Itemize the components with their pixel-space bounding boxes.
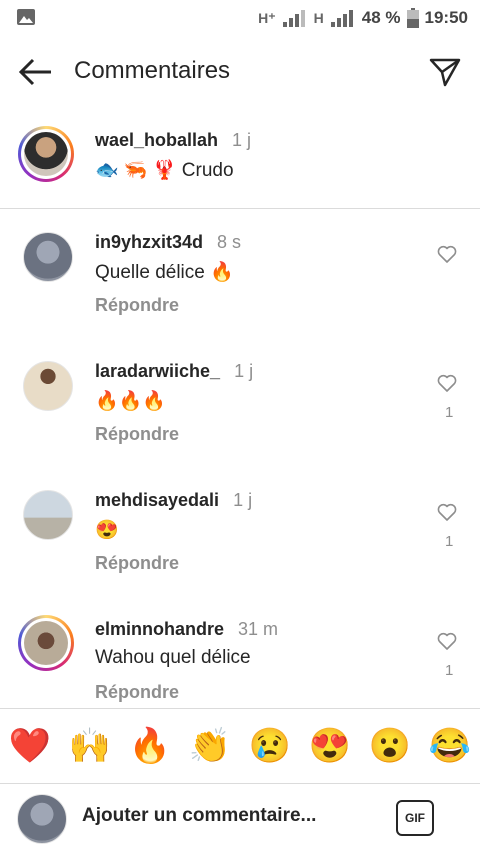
reply-button[interactable]: Répondre	[95, 553, 179, 574]
emoji-laughing[interactable]: 😂	[424, 726, 476, 766]
emoji-surprised[interactable]: 😮	[364, 726, 416, 766]
timestamp: 8 s	[217, 232, 242, 252]
header: Commentaires	[0, 45, 480, 99]
signal-icon-1	[282, 10, 305, 27]
avatar[interactable]	[18, 126, 74, 182]
avatar[interactable]	[23, 361, 73, 411]
emoji-clapping[interactable]: 👏	[184, 726, 236, 766]
page-title: Commentaires	[74, 57, 231, 84]
avatar[interactable]	[23, 232, 73, 282]
comment-item: mehdisayedali 1 j 😍 Répondre 1	[0, 480, 480, 608]
battery-percent: 48 %	[361, 8, 401, 27]
avatar[interactable]	[23, 490, 73, 540]
comment-header: elminnohandre 31 m	[95, 619, 278, 640]
username[interactable]: in9yhzxit34d	[95, 232, 203, 252]
username[interactable]: mehdisayedali	[95, 490, 219, 510]
post-caption: wael_hoballah 1 j 🐟 🦐 🦞 Crudo	[0, 122, 480, 208]
timestamp: 1 j	[233, 490, 253, 510]
emoji-heart-eyes[interactable]: 😍	[304, 726, 356, 766]
signal-icon-2	[330, 10, 353, 27]
gif-button[interactable]: GIF	[396, 800, 434, 836]
username[interactable]: wael_hoballah	[95, 130, 218, 150]
comment-item: laradarwiiche_ 1 j 🔥🔥🔥 Répondre 1	[0, 351, 480, 479]
reply-button[interactable]: Répondre	[95, 682, 179, 703]
emoji-raising-hands[interactable]: 🙌	[64, 726, 116, 766]
battery-icon	[406, 8, 419, 28]
heart-icon[interactable]	[437, 374, 457, 392]
comment-item: in9yhzxit34d 8 s Quelle délice 🔥 Répondre	[0, 222, 480, 350]
like-count: 1	[445, 533, 454, 550]
network-type-1: H⁺	[258, 9, 276, 26]
divider	[0, 208, 480, 209]
username[interactable]: elminnohandre	[95, 619, 224, 639]
comment-text: Quelle délice 🔥	[95, 262, 234, 283]
comment-input-bar: Ajouter un commentaire... GIF	[0, 783, 480, 854]
comment-text: 😍	[95, 520, 119, 541]
comment-text: Wahou quel délice	[95, 647, 251, 668]
clock: 19:50	[424, 8, 468, 27]
emoji-red-heart[interactable]: ❤️	[4, 726, 56, 766]
reply-button[interactable]: Répondre	[95, 295, 179, 316]
emoji-crying[interactable]: 😢	[244, 726, 296, 766]
heart-icon[interactable]	[437, 632, 457, 650]
like-count: 1	[445, 404, 454, 421]
caption-text: 🐟 🦐 🦞 Crudo	[95, 160, 234, 181]
emoji-quick-bar: ❤️ 🙌 🔥 👏 😢 😍 😮 😂	[0, 708, 480, 784]
heart-icon[interactable]	[437, 503, 457, 521]
status-bar: H⁺ H 48 % 19:50	[0, 0, 480, 38]
back-arrow-icon[interactable]	[18, 57, 54, 87]
image-notification-icon	[17, 9, 35, 25]
timestamp: 1 j	[234, 361, 254, 381]
comment-header: mehdisayedali 1 j	[95, 490, 252, 511]
timestamp: 1 j	[232, 130, 252, 150]
comment-header: in9yhzxit34d 8 s	[95, 232, 241, 253]
comment-text: 🔥🔥🔥	[95, 391, 166, 412]
avatar[interactable]	[18, 615, 74, 671]
reply-button[interactable]: Répondre	[95, 424, 179, 445]
comment-header: wael_hoballah 1 j	[95, 130, 251, 151]
comment-header: laradarwiiche_ 1 j	[95, 361, 253, 382]
network-type-2: H	[313, 10, 324, 26]
username[interactable]: laradarwiiche_	[95, 361, 220, 381]
comment-input[interactable]: Ajouter un commentaire...	[82, 805, 316, 827]
send-icon[interactable]	[428, 55, 462, 89]
timestamp: 31 m	[238, 619, 279, 639]
heart-icon[interactable]	[437, 245, 457, 263]
emoji-fire[interactable]: 🔥	[124, 726, 176, 766]
avatar	[17, 794, 67, 844]
like-count: 1	[445, 662, 454, 679]
